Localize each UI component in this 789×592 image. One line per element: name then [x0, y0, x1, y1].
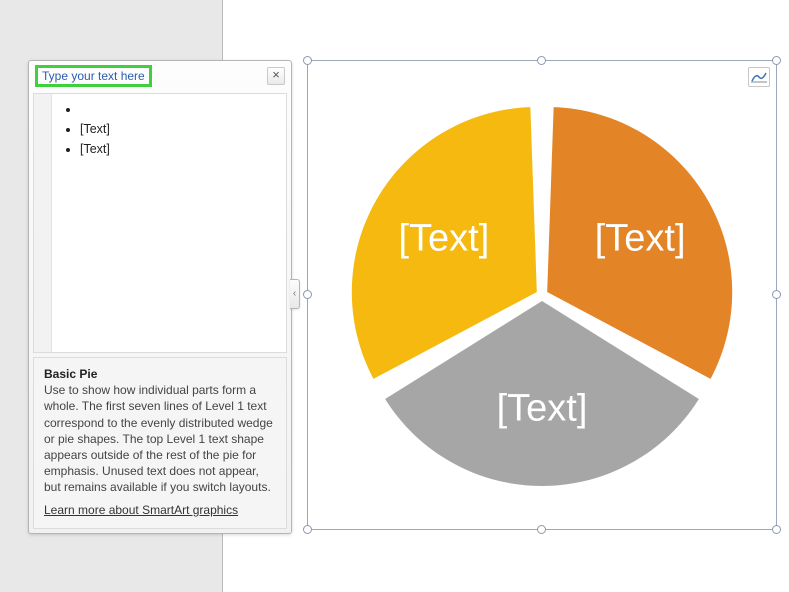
layout-options-icon[interactable] — [748, 67, 770, 87]
list-item[interactable]: [Text] — [80, 142, 278, 156]
text-pane-title: Type your text here — [42, 69, 145, 83]
collapse-handle-icon[interactable]: ‹ — [290, 279, 300, 309]
list-item[interactable]: [Text] — [80, 122, 278, 136]
desc-body: Use to show how individual parts form a … — [44, 383, 273, 494]
text-pane-body: [Text] [Text] — [33, 93, 287, 353]
resize-handle[interactable] — [772, 525, 781, 534]
resize-handle[interactable] — [772, 56, 781, 65]
basic-pie-chart[interactable]: [Text] [Text] [Text] — [342, 95, 742, 495]
text-pane-title-highlight: Type your text here — [35, 65, 152, 87]
resize-handle[interactable] — [537, 525, 546, 534]
resize-handle[interactable] — [303, 56, 312, 65]
pie-slice-label: [Text] — [497, 387, 588, 429]
text-pane-list[interactable]: [Text] [Text] — [52, 94, 286, 352]
resize-handle[interactable] — [303, 525, 312, 534]
resize-handle[interactable] — [303, 290, 312, 299]
pie-slice-label: [Text] — [595, 217, 686, 259]
desc-title: Basic Pie — [44, 367, 97, 381]
smartart-text-pane: Type your text here × [Text] [Text] Basi… — [28, 60, 292, 534]
text-pane-description: Basic Pie Use to show how individual par… — [33, 357, 287, 529]
pie-slice-label: [Text] — [398, 217, 489, 259]
text-pane-gutter — [34, 94, 52, 352]
list-item[interactable] — [80, 102, 278, 116]
close-icon[interactable]: × — [267, 67, 285, 85]
resize-handle[interactable] — [537, 56, 546, 65]
text-pane-header: Type your text here × — [29, 61, 291, 89]
smartart-frame[interactable]: [Text] [Text] [Text] — [307, 60, 777, 530]
learn-more-link[interactable]: Learn more about SmartArt graphics — [44, 502, 238, 518]
resize-handle[interactable] — [772, 290, 781, 299]
